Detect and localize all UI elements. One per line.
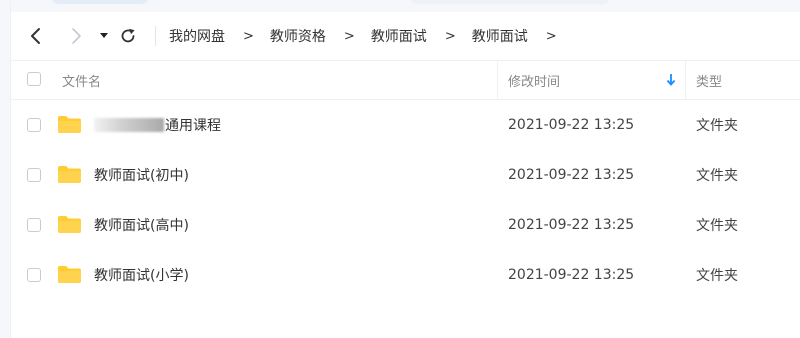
breadcrumb-item[interactable]: 教师资格: [268, 26, 328, 46]
breadcrumb-separator[interactable]: >: [530, 29, 571, 44]
sort-descending-button[interactable]: [666, 61, 676, 99]
modified-time: 2021-09-22 13:25: [508, 117, 635, 133]
chevron-right-icon: [72, 28, 81, 44]
refresh-icon: [121, 28, 135, 43]
breadcrumb-item[interactable]: 教师面试: [470, 26, 530, 46]
folder-icon: [58, 166, 81, 183]
arrow-down-icon: [666, 74, 676, 86]
forward-button[interactable]: [64, 24, 88, 48]
chevron-left-icon: [31, 28, 40, 44]
navigation-bar: 我的网盘 > 教师资格 > 教师面试 > 教师面试 >: [10, 12, 800, 60]
column-header-name[interactable]: 文件名: [62, 61, 101, 99]
file-type: 文件夹: [696, 118, 738, 134]
top-toolbar-edge: [0, 0, 800, 12]
column-header-modified[interactable]: 修改时间: [508, 61, 560, 99]
row-checkbox[interactable]: [27, 118, 41, 132]
folder-icon: [58, 116, 81, 133]
breadcrumb-item[interactable]: 教师面试: [369, 26, 429, 46]
file-name[interactable]: 教师面试(高中): [94, 200, 189, 250]
caret-down-icon: [100, 33, 108, 38]
breadcrumb: 我的网盘 > 教师资格 > 教师面试 > 教师面试 >: [167, 12, 571, 60]
file-name[interactable]: 教师面试(初中): [94, 150, 189, 200]
breadcrumb-item[interactable]: 我的网盘: [167, 26, 227, 46]
file-type: 文件夹: [696, 268, 738, 284]
folder-icon: [58, 216, 81, 233]
history-dropdown-button[interactable]: [92, 24, 116, 48]
file-type: 文件夹: [696, 168, 738, 184]
row-checkbox[interactable]: [27, 218, 41, 232]
select-all-checkbox[interactable]: [27, 72, 41, 86]
back-button[interactable]: [24, 24, 48, 48]
modified-time: 2021-09-22 13:25: [508, 217, 635, 233]
table-row[interactable]: 通用课程 2021-09-22 13:25 文件夹: [10, 100, 800, 150]
nav-divider: [155, 26, 156, 46]
refresh-button[interactable]: [116, 24, 140, 48]
file-type: 文件夹: [696, 218, 738, 234]
modified-time: 2021-09-22 13:25: [508, 167, 635, 183]
modified-time: 2021-09-22 13:25: [508, 267, 635, 283]
table-header: 文件名 修改时间 类型: [10, 60, 800, 100]
row-checkbox[interactable]: [27, 268, 41, 282]
obscured-text: [94, 118, 164, 132]
column-divider[interactable]: [685, 61, 686, 99]
top-search-edge[interactable]: [410, 0, 610, 4]
column-divider[interactable]: [497, 61, 498, 99]
breadcrumb-separator: >: [243, 28, 254, 44]
file-name[interactable]: 教师面试(小学): [94, 250, 189, 300]
table-row[interactable]: 教师面试(高中) 2021-09-22 13:25 文件夹: [10, 200, 800, 250]
column-header-type[interactable]: 类型: [696, 61, 722, 99]
top-button-edge[interactable]: [50, 0, 150, 4]
row-checkbox[interactable]: [27, 168, 41, 182]
folder-icon: [58, 266, 81, 283]
table-row[interactable]: 教师面试(初中) 2021-09-22 13:25 文件夹: [10, 150, 800, 200]
file-name[interactable]: 通用课程: [94, 100, 221, 150]
table-row[interactable]: 教师面试(小学) 2021-09-22 13:25 文件夹: [10, 250, 800, 300]
breadcrumb-separator: >: [444, 28, 456, 44]
breadcrumb-separator: >: [343, 28, 355, 44]
